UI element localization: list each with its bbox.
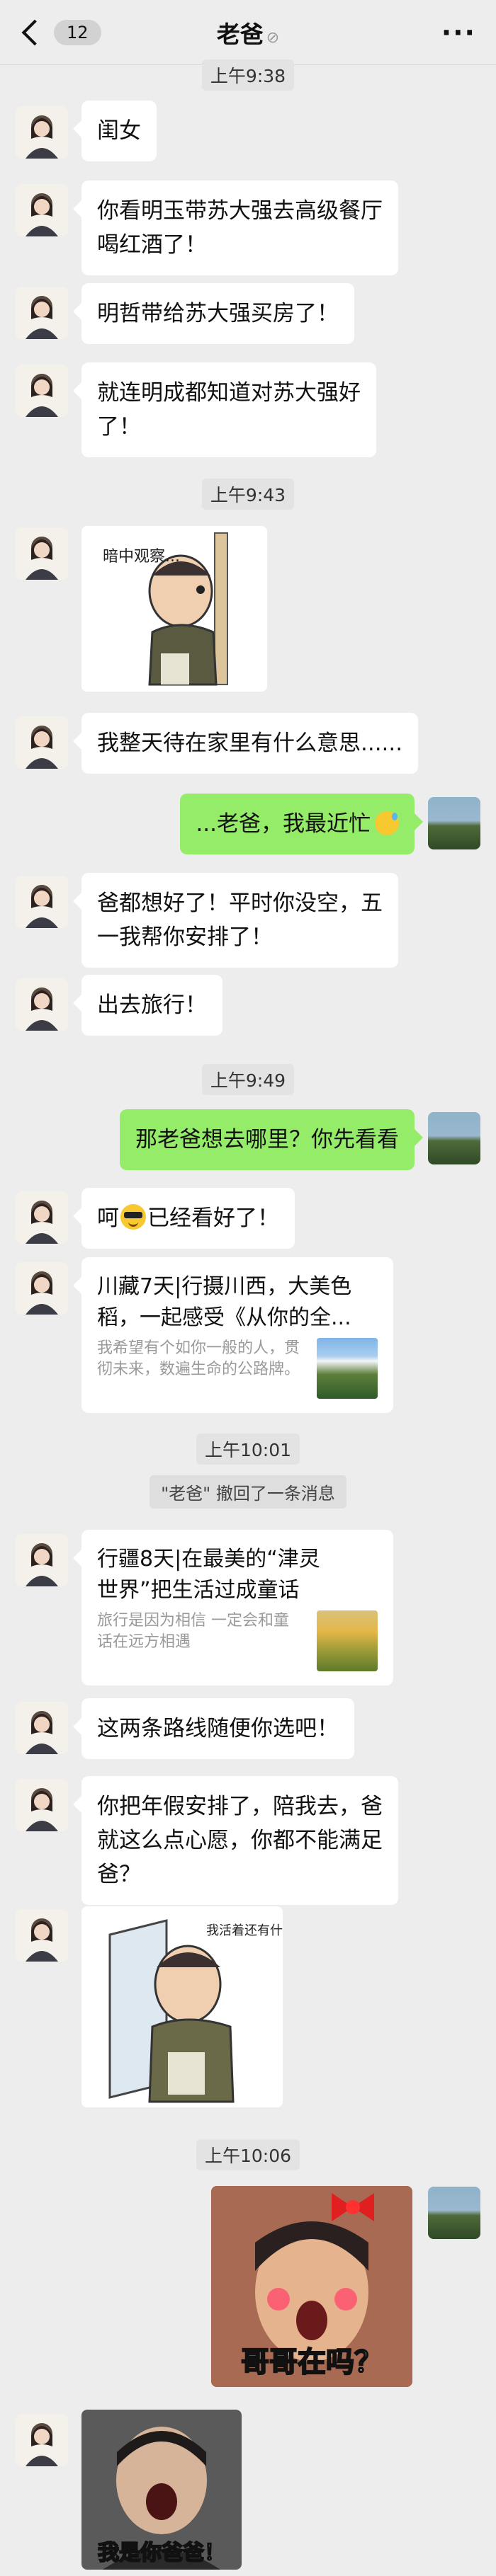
card-title: 行疆8天|在最美的“津灵 世界”把生活过成童话 — [97, 1547, 320, 1603]
sweat-smile-emoji-icon — [375, 811, 399, 835]
link-card[interactable]: 川藏7天|行摄川西，大美色 稻，一起感受《从你的全... 我希望有个如你一般的人，… — [73, 1257, 393, 1413]
tired-caption: 我活着还有什么脸面哪！ — [206, 1923, 283, 1938]
avatar-dad[interactable] — [16, 1909, 68, 1962]
message-bubble[interactable]: 爸都想好了！平时你没空，五 一我帮你安排了！ — [73, 873, 398, 968]
message-bubble[interactable]: 出去旅行！ — [73, 975, 222, 1036]
message-bubble-self[interactable]: 那老爸想去哪里？你先看看 — [120, 1109, 423, 1170]
avatar-me[interactable] — [428, 1112, 480, 1164]
avatar-dad[interactable] — [16, 287, 68, 339]
dad-sticker[interactable]: 我是你爸爸！ — [81, 2410, 242, 2570]
chat-header: 12 老爸 ⊘ ··· — [0, 0, 496, 65]
card-description: 旅行是因为相信 一定会和童话在远方相遇 — [97, 1612, 289, 1651]
message-bubble[interactable]: 你把年假安排了，陪我去，爸 就这么点心愿，你都不能满足 爸？ — [73, 1776, 398, 1905]
avatar-dad[interactable] — [16, 1191, 68, 1244]
recall-notice: "老爸" 撤回了一条消息 — [0, 1475, 496, 1509]
avatar-dad[interactable] — [16, 978, 68, 1031]
avatar-me[interactable] — [428, 797, 480, 849]
dad-caption: 我是你爸爸！ — [98, 2541, 225, 2565]
message-bubble-self[interactable]: ...老爸，我最近忙 — [180, 794, 423, 854]
avatar-dad[interactable] — [16, 716, 68, 769]
avatar-dad[interactable] — [16, 2414, 68, 2466]
timestamp: 上午10:01 — [0, 1433, 496, 1465]
message-bubble[interactable]: 明哲带给苏大强买房了！ — [73, 283, 354, 344]
brother-caption: 哥哥在吗？ — [241, 2346, 383, 2378]
avatar-dad[interactable] — [16, 106, 68, 159]
avatar-dad[interactable] — [16, 184, 68, 236]
message-bubble[interactable]: 闺女 — [73, 101, 157, 161]
card-title: 川藏7天|行摄川西，大美色 稻，一起感受《从你的全... — [97, 1274, 352, 1330]
sunglasses-emoji-icon — [120, 1204, 146, 1230]
link-card[interactable]: 行疆8天|在最美的“津灵 世界”把生活过成童话 旅行是因为相信 一定会和童话在远方… — [73, 1530, 393, 1685]
avatar-dad[interactable] — [16, 1779, 68, 1831]
unread-count-badge: 12 — [54, 19, 101, 45]
avatar-me[interactable] — [428, 2187, 480, 2239]
message-bubble[interactable]: 呵已经看好了！ — [73, 1188, 295, 1249]
card-thumbnail-grassland — [317, 1610, 378, 1671]
mute-icon: ⊘ — [266, 28, 280, 47]
chevron-left-icon — [21, 19, 48, 45]
timestamp: 上午9:43 — [0, 479, 496, 510]
avatar-dad[interactable] — [16, 1534, 68, 1586]
avatar-dad[interactable] — [16, 1702, 68, 1754]
card-description: 我希望有个如你一般的人，贯彻未来，数遍生命的公路牌。 — [97, 1339, 300, 1378]
message-bubble[interactable]: 你看明玉带苏大强去高级餐厅 喝红酒了！ — [73, 181, 398, 275]
timestamp: 上午9:49 — [0, 1064, 496, 1095]
brother-sticker[interactable]: 哥哥在吗？ — [211, 2186, 412, 2387]
avatar-dad[interactable] — [16, 365, 68, 417]
more-options-icon[interactable]: ··· — [441, 17, 476, 48]
message-bubble[interactable]: 这两条路线随便你选吧！ — [73, 1698, 354, 1759]
contact-name: 老爸 — [216, 20, 264, 48]
peek-sticker[interactable]: 暗中观察... — [81, 526, 267, 692]
card-thumbnail-mountain — [317, 1338, 378, 1399]
timestamp: 上午10:06 — [0, 2139, 496, 2170]
timestamp: 上午9:38 — [0, 59, 496, 91]
message-bubble[interactable]: 就连明成都知道对苏大强好 了！ — [73, 362, 376, 457]
back-button[interactable]: 12 — [20, 19, 101, 45]
avatar-dad[interactable] — [16, 527, 68, 580]
tired-sticker[interactable]: 我活着还有什么脸面哪！ — [81, 1906, 283, 2107]
message-bubble[interactable]: 我整天待在家里有什么意思...... — [72, 713, 419, 774]
avatar-dad[interactable] — [16, 876, 68, 928]
avatar-dad[interactable] — [16, 1262, 68, 1315]
peek-caption: 暗中观察... — [103, 548, 180, 566]
